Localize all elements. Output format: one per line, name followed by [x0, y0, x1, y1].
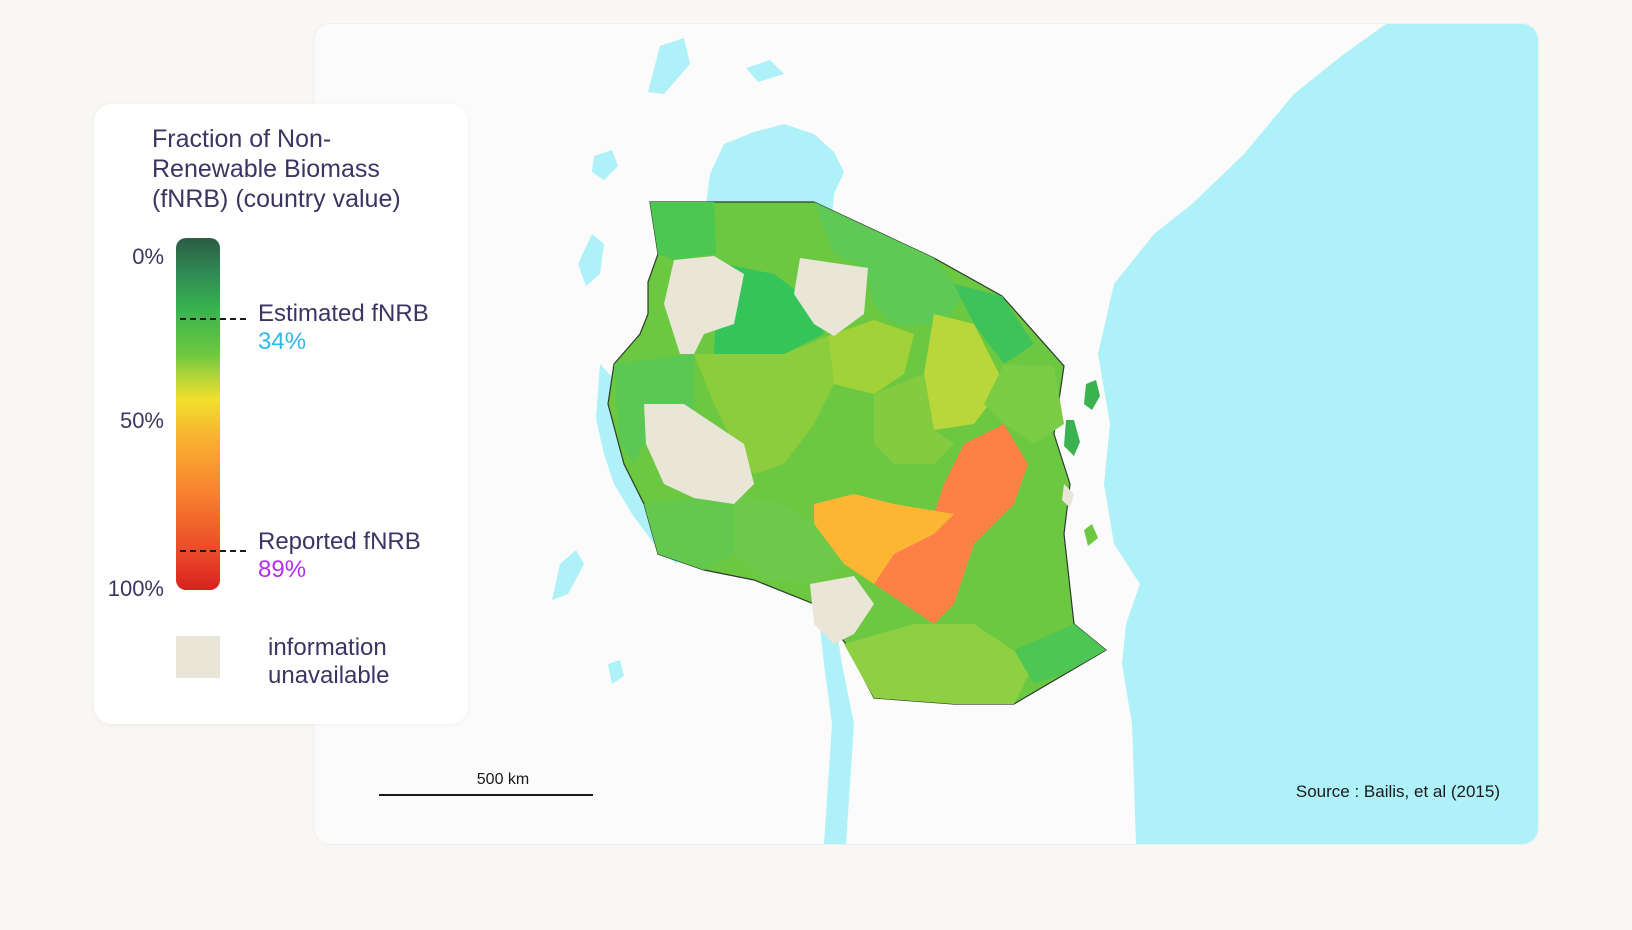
- estimated-fnrb-value: 34%: [258, 328, 307, 355]
- lake-kyoga: [746, 60, 784, 82]
- island-pemba: [1084, 380, 1100, 410]
- island-zanzibar: [1064, 420, 1080, 456]
- reported-fnrb-label: Reported fNRB: [258, 528, 421, 555]
- lake-kivu: [578, 234, 604, 286]
- island-mafia: [1084, 524, 1098, 546]
- tanzania-map: [552, 24, 1538, 844]
- unavailable-label: information unavailable: [268, 634, 390, 689]
- reported-fnrb-value: 89%: [258, 556, 307, 583]
- lake-albert: [648, 38, 690, 94]
- lake-edward: [592, 150, 618, 180]
- tick-100-percent: 100%: [107, 576, 164, 601]
- region-kagera: [650, 202, 716, 260]
- legend-panel: Fraction of Non-Renewable Biomass (fNRB)…: [94, 104, 468, 724]
- legend-title: Fraction of Non-Renewable Biomass (fNRB)…: [152, 125, 401, 213]
- lake-mweru: [608, 660, 624, 684]
- map-panel: [314, 24, 1538, 844]
- tick-0-percent: 0%: [132, 244, 164, 269]
- scale-bar: [379, 794, 593, 796]
- estimated-fnrb-marker: [180, 318, 246, 320]
- reported-fnrb-marker: [180, 550, 246, 552]
- region-rukwa: [644, 494, 734, 570]
- source-citation: Source : Bailis, et al (2015): [1295, 782, 1500, 801]
- indian-ocean: [1098, 24, 1538, 844]
- tick-50-percent: 50%: [119, 408, 164, 433]
- unavailable-swatch: [176, 636, 220, 678]
- scale-bar-label: 500 km: [476, 771, 530, 788]
- fnrb-color-scale: [176, 238, 220, 590]
- lake-rukwa: [552, 550, 584, 600]
- estimated-fnrb-label: Estimated fNRB: [258, 300, 429, 327]
